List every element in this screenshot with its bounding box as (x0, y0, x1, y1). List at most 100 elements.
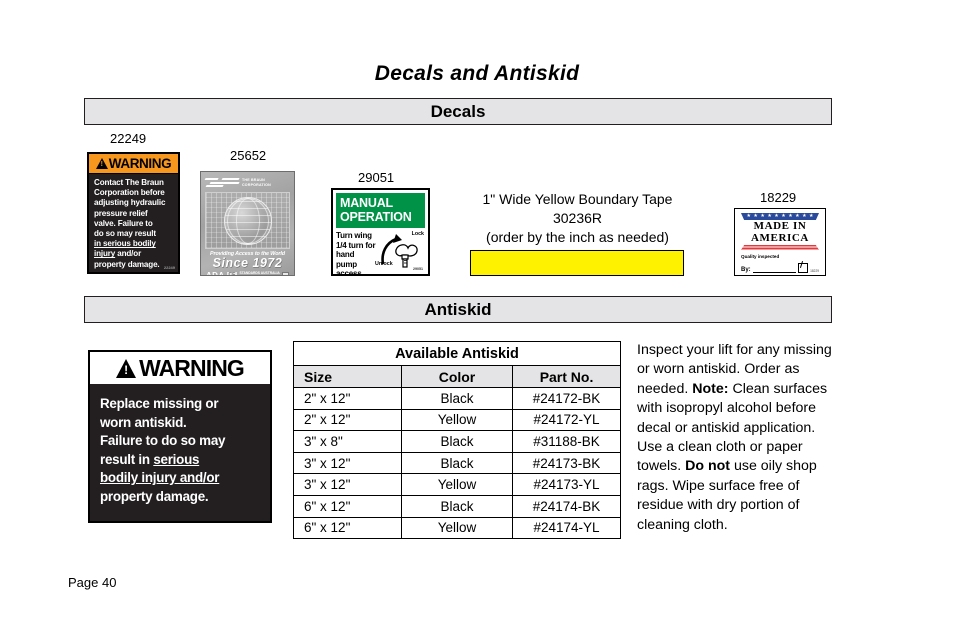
star-icon: ★ (802, 213, 807, 219)
yellow-tape-swatch (470, 250, 684, 276)
warning-line-8: injury and/or (94, 249, 142, 259)
note-label: Note: (692, 380, 729, 397)
manual-body-line-1: Turn wing (336, 231, 372, 240)
signature-row: By: 18229 (741, 263, 819, 273)
globe-icon (223, 196, 272, 245)
antiskid-warning-body: Replace missing or worn antiskid. Failur… (90, 386, 270, 507)
column-header-size: Size (293, 365, 402, 388)
antiskid-warning-header: WARNING (90, 352, 270, 386)
decal-corner-number: 18229 (810, 269, 819, 273)
star-icon: ★ (788, 213, 793, 219)
antiskid-warning-line-1: Replace missing or (100, 396, 219, 411)
braun-logo-row: THE BRAUN CORPORATION (201, 172, 294, 191)
table-cell-size: 2" x 12" (293, 408, 402, 432)
antiskid-warning-line-2: worn antiskid. (100, 414, 187, 430)
tape-line-1: 1" Wide Yellow Boundary Tape (482, 191, 673, 207)
checkmark-box-icon (798, 263, 809, 273)
table-row: 2" x 12" Yellow #24172-YL (293, 408, 621, 432)
do-not-label: Do not (685, 458, 731, 475)
manual-body-line-4: access. (336, 269, 364, 279)
antiskid-instructions: Inspect your lift for any missing or wor… (637, 341, 843, 535)
quality-inspected-label: Quality inspected (741, 254, 780, 259)
star-icon: ★ (760, 213, 765, 219)
table-cell-color: Black (400, 451, 514, 475)
warning-body-text: Contact The Braun Corporation before adj… (89, 174, 178, 270)
star-icon: ★ (753, 213, 758, 219)
stars-banner: ★ ★ ★ ★ ★ ★ ★ ★ ★ ★ (741, 213, 819, 220)
antiskid-warning-panel: WARNING Replace missing or worn antiskid… (88, 350, 272, 523)
table-cell-color: Yellow (400, 516, 514, 540)
decal-id-18229: 18229 (760, 190, 797, 205)
column-header-part-no: Part No. (512, 365, 621, 388)
warning-triangle-icon (95, 158, 108, 169)
table-title-head: Available Antiskid (293, 341, 621, 366)
star-icon: ★ (781, 213, 786, 219)
table-cell-part: #24172-YL (512, 408, 621, 432)
tape-line-3: (order by the inch as needed) (486, 229, 669, 245)
manual-body-line-3: hand pump (336, 250, 357, 269)
standards-text: STANDARDS AUSTRALIA 25652 (240, 271, 280, 276)
boundary-tape-caption: 1" Wide Yellow Boundary Tape 30236R (ord… (455, 190, 700, 247)
table-cell-color: Black (400, 430, 514, 453)
page-footer: Page 40 (68, 575, 117, 590)
warning-triangle-icon (116, 358, 137, 378)
table-cell-color: Yellow (400, 408, 514, 432)
manual-operation-body: Turn wing 1/4 turn for hand pump access.… (336, 228, 425, 279)
decal-id-22249: 22249 (110, 131, 147, 146)
table-row: 6" x 12" Yellow #24174-YL (293, 516, 621, 540)
decal-braun-logo-25652: THE BRAUN CORPORATION Providing Access t… (200, 171, 295, 276)
table-row: 6" x 12" Black #24174-BK (293, 494, 621, 518)
table-cell-part: #24174-BK (512, 494, 621, 518)
table-cell-size: 6" x 12" (293, 516, 402, 540)
table-cell-size: 3" x 12" (293, 451, 402, 475)
braun-corp-text: THE BRAUN CORPORATION (242, 178, 271, 187)
warning-banner: WARNING (89, 154, 178, 174)
table-cell-part: #31188-BK (512, 430, 621, 453)
braun-slash-logo-icon (204, 177, 240, 189)
decal-corner-number: 29051 (413, 267, 423, 271)
warning-banner-label: WARNING (108, 155, 172, 171)
section-header-decals: Decals (84, 98, 832, 125)
lock-label: Lock (411, 231, 424, 237)
warning-line-1: Contact The Braun (94, 178, 164, 187)
page-title: Decals and Antiskid (374, 62, 580, 85)
table-cell-size: 2" x 12" (293, 387, 402, 410)
warning-line-7: in serious bodily (94, 239, 156, 249)
antiskid-warning-line-6: property damage. (100, 488, 209, 504)
table-cell-part: #24172-BK (512, 387, 621, 410)
decal-corner-number: 22249 (163, 265, 175, 270)
table-row: 3" x 12" Black #24173-BK (293, 451, 621, 475)
table-row: 3" x 8" Black #31188-BK (293, 430, 621, 453)
standards-line-2: 25652 (240, 275, 280, 276)
decal-id-25652: 25652 (230, 148, 267, 163)
star-icon: ★ (774, 213, 779, 219)
signature-line (752, 265, 797, 273)
table-column-head: Size Color Part No. (293, 365, 621, 388)
manual-operation-header: MANUAL OPERATION (336, 193, 425, 228)
antiskid-warning-title: WARNING (139, 354, 245, 381)
table-title-row: Available Antiskid (293, 341, 621, 366)
table-cell-color: Yellow (400, 473, 514, 496)
table-title: Available Antiskid (293, 341, 621, 366)
table-row: 3" x 12" Yellow #24173-YL (293, 473, 621, 496)
warning-line-9: property damage. (94, 259, 160, 269)
antiskid-warning-line-4: result in serious (100, 451, 200, 467)
globe-graphic (205, 192, 290, 249)
antiskid-warning-line-5: bodily injury and/or (100, 470, 220, 486)
star-icon: ★ (767, 213, 772, 219)
warning-line-6: do so may result (94, 229, 156, 239)
decal-made-in-america-18229: ★ ★ ★ ★ ★ ★ ★ ★ ★ ★ MADE IN AMERICA Qual… (734, 208, 826, 276)
made-in-line-2: AMERICA (751, 232, 809, 244)
table-cell-color: Black (400, 494, 514, 518)
manual-body-text: Turn wing 1/4 turn for hand pump access. (336, 231, 377, 279)
table-cell-size: 6" x 12" (293, 494, 402, 518)
decal-warning-22249: WARNING Contact The Braun Corporation be… (87, 152, 180, 274)
table-cell-size: 3" x 8" (293, 430, 402, 453)
column-header-color: Color (400, 365, 514, 388)
braun-since: Since 1972 (212, 255, 283, 270)
table-cell-part: #24174-YL (512, 516, 621, 540)
warning-line-4: pressure relief (94, 208, 148, 218)
ada-label: ADA (206, 270, 225, 276)
manual-head-line-2: OPERATION (340, 210, 412, 224)
by-label: By: (741, 267, 751, 273)
